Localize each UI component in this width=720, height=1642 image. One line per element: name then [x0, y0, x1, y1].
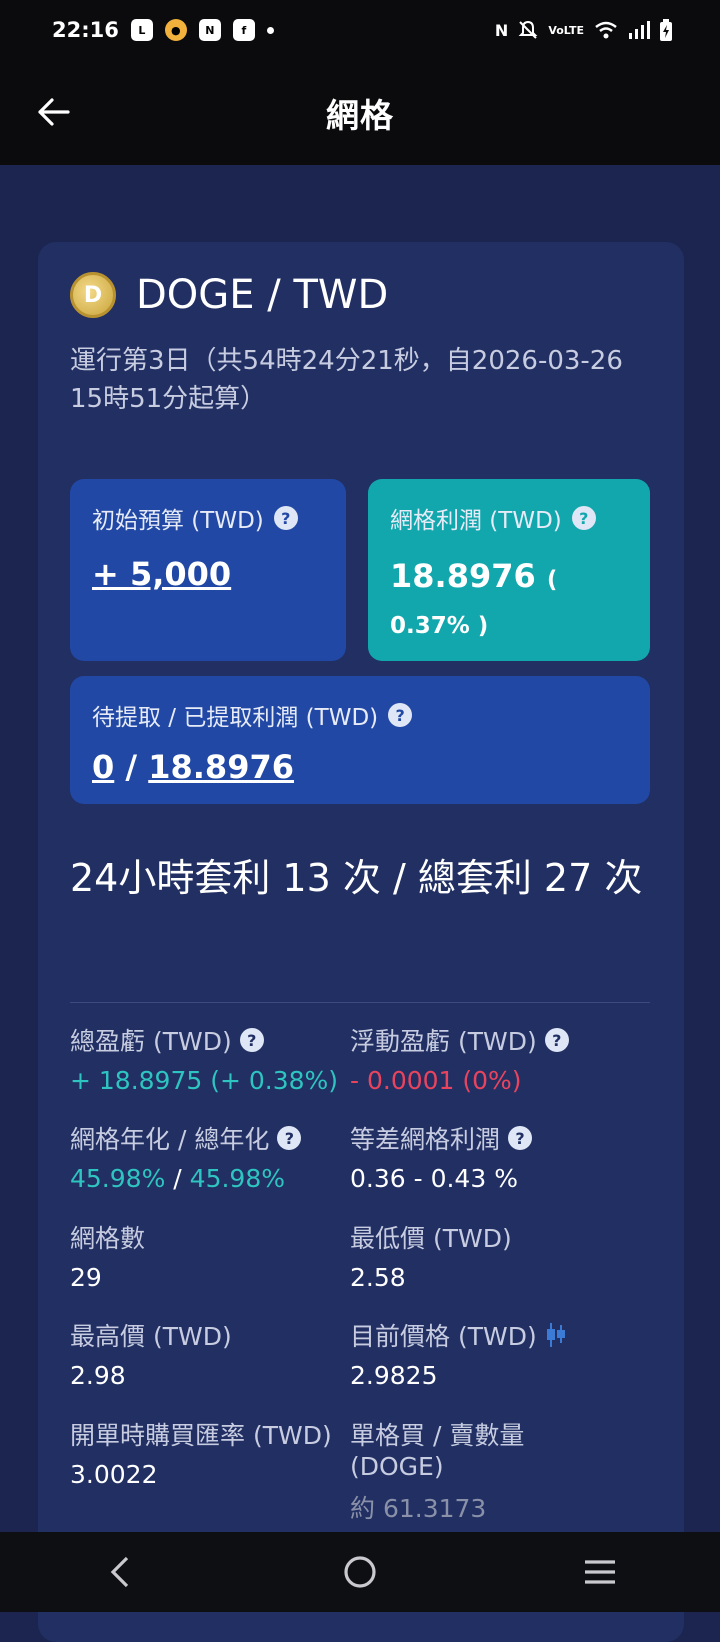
- divider: [70, 1002, 650, 1003]
- grid-count-value: 29: [70, 1263, 102, 1292]
- grid-count-cell: 網格數 29: [70, 1219, 360, 1292]
- floating-pnl-label: 浮動盈虧 (TWD): [350, 1027, 537, 1056]
- nav-recents-button[interactable]: [570, 1542, 630, 1602]
- pending-profit-value[interactable]: 0: [92, 748, 114, 786]
- more-notifications-dot-icon: [266, 26, 274, 34]
- battery-icon: [660, 19, 672, 41]
- help-icon[interactable]: ?: [544, 1028, 569, 1052]
- help-icon[interactable]: ?: [239, 1028, 264, 1052]
- app-bar: 網格: [0, 60, 720, 165]
- open-rate-cell: 開單時購買匯率 (TWD) 3.0022: [70, 1416, 360, 1489]
- pair-name: DOGE / TWD: [136, 272, 389, 318]
- help-icon[interactable]: ?: [273, 506, 298, 530]
- initial-budget-value[interactable]: + 5,000: [92, 555, 231, 593]
- current-price-value: 2.9825: [350, 1361, 438, 1390]
- annualized-cell: 網格年化 / 總年化? 45.98% / 45.98%: [70, 1120, 360, 1193]
- nfc-icon: N: [198, 19, 221, 41]
- max-price-cell: 最高價 (TWD) 2.98: [70, 1317, 360, 1390]
- current-price-cell: 目前價格 (TWD) 2.9825: [350, 1317, 640, 1390]
- arrow-left-icon: [38, 98, 70, 126]
- open-rate-label: 開單時購買匯率 (TWD): [70, 1421, 332, 1450]
- total-pnl-label: 總盈虧 (TWD): [70, 1027, 232, 1056]
- initial-budget-label: 初始預算 (TWD): [92, 508, 264, 534]
- floating-pnl-value: - 0.0001 (0%): [350, 1066, 522, 1095]
- status-bar: 22:16 L ● N f N VoLTE: [0, 0, 720, 60]
- current-price-label: 目前價格 (TWD): [350, 1322, 537, 1351]
- chevron-left-icon: [110, 1556, 129, 1588]
- grid-count-label: 網格數: [70, 1224, 146, 1253]
- grid-profit-box: 網格利潤 (TWD) ? 18.8976 ( 0.37% ): [368, 479, 650, 661]
- page-title: 網格: [326, 95, 394, 135]
- doge-coin-icon: D: [70, 272, 116, 318]
- min-price-value: 2.58: [350, 1263, 406, 1292]
- nav-home-button[interactable]: [330, 1542, 390, 1602]
- total-pnl-cell: 總盈虧 (TWD)? + 18.8975 (+ 0.38%): [70, 1022, 360, 1095]
- grid-profit-label: 網格利潤 (TWD): [390, 508, 562, 534]
- grid-annualized-value: 45.98%: [70, 1164, 166, 1193]
- line-app-icon: L: [130, 19, 153, 41]
- run-duration: 運行第3日（共54時24分21秒，自2026-03-26 15時51分起算）: [70, 346, 623, 414]
- per-grid-cell: 單格買 / 賣數量 (DOGE) 約 61.3173: [350, 1416, 550, 1525]
- volte-icon: VoLTE: [548, 23, 584, 37]
- min-price-cell: 最低價 (TWD) 2.58: [350, 1219, 640, 1292]
- total-pnl-value: + 18.8975 (+ 0.38%): [70, 1066, 339, 1095]
- max-price-label: 最高價 (TWD): [70, 1322, 232, 1351]
- mute-bell-icon: [518, 20, 538, 39]
- facebook-icon: f: [232, 19, 255, 41]
- help-icon[interactable]: ?: [571, 506, 596, 530]
- per-grid-label: 單格買 / 賣數量 (DOGE): [350, 1421, 525, 1481]
- annualized-separator: /: [173, 1164, 182, 1193]
- diff-profit-value: 0.36 - 0.43 %: [350, 1164, 518, 1193]
- diff-profit-label: 等差網格利潤: [350, 1125, 501, 1154]
- wifi-icon: [595, 21, 617, 39]
- value-separator: /: [125, 748, 138, 786]
- grid-bot-card: D DOGE / TWD 運行第3日（共54時24分21秒，自2026-03-2…: [38, 242, 684, 1642]
- signal-icon: [629, 21, 650, 39]
- total-annualized-value: 45.98%: [189, 1164, 285, 1193]
- help-icon[interactable]: ?: [508, 1126, 533, 1150]
- help-icon[interactable]: ?: [388, 703, 413, 727]
- home-circle-icon: [344, 1556, 376, 1588]
- min-price-label: 最低價 (TWD): [350, 1224, 512, 1253]
- floating-pnl-cell: 浮動盈虧 (TWD)? - 0.0001 (0%): [350, 1022, 640, 1095]
- initial-budget-box: 初始預算 (TWD) ? + 5,000: [70, 479, 346, 661]
- nav-back-button[interactable]: [90, 1542, 150, 1602]
- arbitrage-count: 24小時套利 13 次 / 總套利 27 次: [70, 856, 643, 900]
- open-rate-value: 3.0022: [70, 1460, 158, 1489]
- pending-withdrawn-label: 待提取 / 已提取利潤 (TWD): [92, 705, 379, 731]
- grid-profit-value: 18.8976: [390, 557, 536, 595]
- menu-icon: [585, 1560, 615, 1584]
- annualized-label: 網格年化 / 總年化: [70, 1125, 270, 1154]
- max-price-value: 2.98: [70, 1361, 126, 1390]
- per-grid-value: 約 61.3173: [350, 1494, 487, 1523]
- pending-withdrawn-box: 待提取 / 已提取利潤 (TWD) ? 0 / 18.8976: [70, 676, 650, 804]
- back-button[interactable]: [30, 88, 78, 136]
- nfc-status-icon: N: [494, 20, 509, 40]
- help-icon[interactable]: ?: [277, 1126, 302, 1150]
- notification-app-icon: ●: [164, 19, 187, 41]
- clock: 22:16: [52, 18, 119, 42]
- system-nav-bar: [0, 1532, 720, 1612]
- withdrawn-profit-value[interactable]: 18.8976: [148, 748, 294, 786]
- candlestick-chart-icon[interactable]: [545, 1322, 567, 1348]
- diff-profit-cell: 等差網格利潤? 0.36 - 0.43 %: [350, 1120, 640, 1193]
- pair-header: D DOGE / TWD: [70, 272, 388, 318]
